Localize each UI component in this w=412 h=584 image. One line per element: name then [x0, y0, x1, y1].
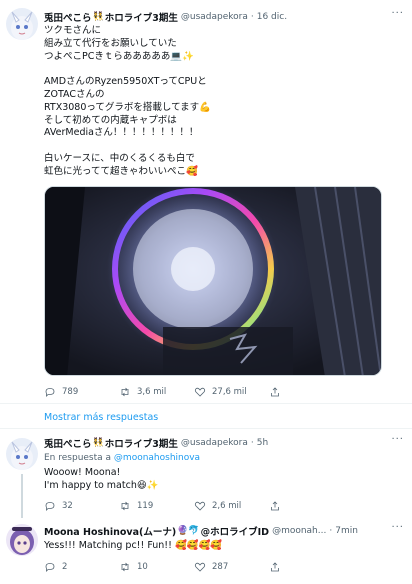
user-handle[interactable]: @usadapekora — [181, 12, 248, 22]
separator-dot: · — [329, 526, 333, 536]
heart-icon — [194, 562, 206, 572]
reply-context: En respuesta a @moonahoshinova — [44, 453, 200, 463]
reply-button[interactable]: 32 — [44, 500, 119, 512]
reply-to-handle[interactable]: @moonahoshinova — [114, 453, 200, 463]
like-button[interactable]: 2,6 mil — [194, 500, 269, 512]
share-icon — [271, 501, 279, 511]
more-options-icon[interactable]: ··· — [391, 434, 404, 445]
retweet-count: 10 — [137, 562, 148, 572]
like-count: 2,6 mil — [212, 501, 242, 511]
tweet-actions: 32 119 2,6 mil — [44, 498, 344, 514]
share-button[interactable] — [269, 500, 344, 512]
reply-icon — [45, 502, 55, 511]
name-emoji: 👯 — [92, 438, 104, 448]
tweet-header: Moona Hoshinova(ムーナ) 🔮🐬 @ホロライブID @moonah… — [44, 524, 402, 538]
retweet-count: 3,6 mil — [137, 387, 167, 397]
tweet-header: 兎田ぺこら 👯 ホロライブ3期生 @usadapekora · 5h — [44, 436, 402, 450]
like-button[interactable]: 287 — [194, 561, 269, 573]
tweet-actions: 2 10 287 — [44, 559, 344, 575]
more-options-icon[interactable]: ··· — [391, 8, 404, 19]
timestamp[interactable]: 16 dic. — [257, 12, 287, 22]
display-name-suffix[interactable]: ホロライブ3期生 — [105, 10, 178, 24]
reply-icon — [45, 563, 55, 572]
reply-prefix: En respuesta a — [44, 453, 112, 463]
heart-icon — [194, 501, 206, 511]
timestamp[interactable]: 7min — [335, 526, 358, 536]
show-more-replies-link[interactable]: Mostrar más respuestas — [44, 412, 158, 423]
name-emoji: 👯 — [92, 12, 104, 22]
retweet-button[interactable]: 3,6 mil — [119, 386, 194, 398]
share-icon — [271, 562, 279, 572]
separator-dot: · — [250, 12, 254, 22]
retweet-button[interactable]: 119 — [119, 500, 194, 512]
avatar-pekora[interactable] — [6, 8, 38, 40]
reply-count: 32 — [62, 501, 73, 511]
like-count: 287 — [212, 562, 229, 572]
reply-count: 2 — [62, 562, 68, 572]
display-name[interactable]: Moona Hoshinova(ムーナ) — [44, 524, 176, 538]
more-options-icon[interactable]: ··· — [391, 522, 404, 533]
tweet-main[interactable]: 兎田ぺこら 👯 ホロライブ3期生 @usadapekora · 16 dic. … — [0, 0, 412, 404]
share-button[interactable] — [269, 561, 344, 573]
avatar-pekora[interactable] — [6, 438, 38, 470]
tweet-image[interactable] — [44, 186, 382, 376]
tweet-actions: 789 3,6 mil 27,6 mil — [44, 384, 344, 400]
display-name-suffix[interactable]: ホロライブ3期生 — [105, 436, 178, 450]
like-count: 27,6 mil — [212, 387, 247, 397]
thread-connector — [21, 474, 23, 518]
name-emoji: 🔮🐬 — [177, 526, 200, 536]
display-name[interactable]: 兎田ぺこら — [44, 10, 92, 24]
tweet-text: ツクモさんに 組み立て代行をお願いしていた つよぺこPCきｔらあああああ💻✨ A… — [44, 25, 211, 177]
avatar-moona[interactable] — [6, 524, 38, 556]
separator-dot: · — [250, 438, 254, 448]
tweet-reply-moona[interactable]: Moona Hoshinova(ムーナ) 🔮🐬 @ホロライブID @moonah… — [0, 518, 412, 584]
retweet-icon — [121, 562, 129, 572]
retweet-icon — [121, 501, 129, 511]
display-name-suffix[interactable]: @ホロライブID — [201, 524, 269, 538]
heart-icon — [194, 387, 206, 397]
user-handle[interactable]: @usadapekora — [181, 438, 248, 448]
tweet-reply-pekora[interactable]: 兎田ぺこら 👯 ホロライブ3期生 @usadapekora · 5h ··· E… — [0, 430, 412, 518]
share-icon — [271, 387, 279, 397]
reply-button[interactable]: 789 — [44, 386, 119, 398]
tweet-header: 兎田ぺこら 👯 ホロライブ3期生 @usadapekora · 16 dic. — [44, 10, 402, 24]
share-button[interactable] — [269, 386, 344, 398]
user-handle[interactable]: @moonah... — [272, 526, 326, 536]
tweet-text: Wooow! Moona! I'm happy to match😆✨ — [44, 467, 159, 491]
timestamp[interactable]: 5h — [257, 438, 268, 448]
retweet-button[interactable]: 10 — [119, 561, 194, 573]
display-name[interactable]: 兎田ぺこら — [44, 436, 92, 450]
reply-count: 789 — [62, 387, 79, 397]
tweet-text: Yess!!! Matching pc!! Fun!! 🥰🥰🥰🥰 — [44, 540, 223, 551]
pc-fan-image — [45, 187, 381, 375]
reply-button[interactable]: 2 — [44, 561, 119, 573]
divider — [0, 428, 412, 429]
retweet-count: 119 — [137, 501, 154, 511]
reply-icon — [45, 388, 55, 397]
like-button[interactable]: 27,6 mil — [194, 386, 269, 398]
retweet-icon — [121, 387, 129, 397]
